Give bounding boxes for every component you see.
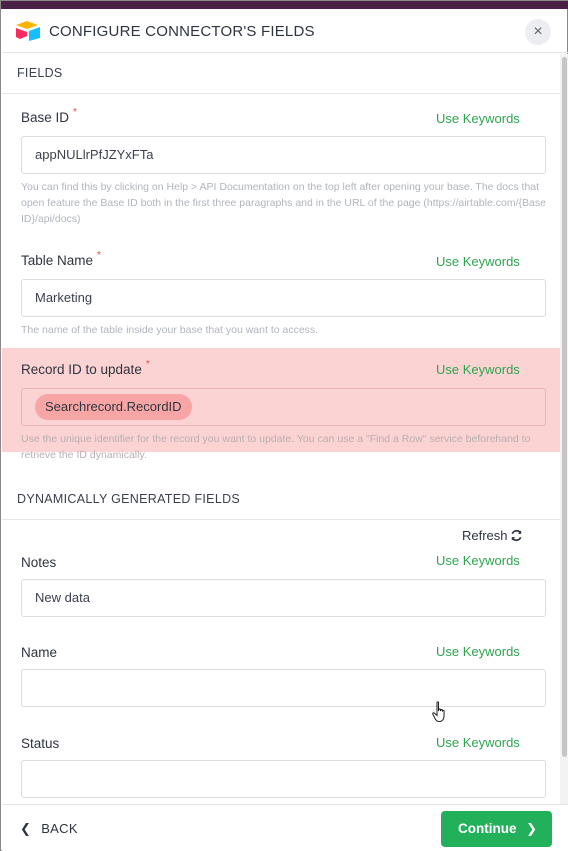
airtable-logo-icon: [16, 21, 40, 41]
form-scroll-area[interactable]: FIELDS Base ID * Use Keywords appNULlrPfJ…: [2, 54, 560, 804]
table-name-label-text: Table Name: [21, 253, 94, 268]
notes-input[interactable]: New data: [21, 579, 546, 617]
record-id-keyword-tag[interactable]: Searchrecord.RecordID: [35, 394, 192, 420]
name-use-keywords-link[interactable]: Use Keywords: [436, 644, 520, 659]
section-divider: [2, 519, 560, 520]
notes-label: Notes: [21, 555, 57, 570]
back-button[interactable]: ❮ BACK: [20, 821, 78, 837]
status-input[interactable]: [21, 760, 546, 798]
modal-footer: ❮ BACK Continue ❯: [2, 804, 568, 851]
modal-title: CONFIGURE CONNECTOR'S FIELDS: [49, 23, 315, 40]
close-icon[interactable]: ×: [525, 19, 551, 45]
record-id-input[interactable]: Searchrecord.RecordID: [21, 388, 546, 426]
modal-header: CONFIGURE CONNECTOR'S FIELDS ×: [2, 9, 568, 53]
chevron-left-icon: ❮: [20, 821, 32, 836]
section-divider: [2, 93, 560, 94]
refresh-label: Refresh: [462, 528, 508, 543]
record-id-use-keywords-link[interactable]: Use Keywords: [436, 362, 520, 377]
continue-label: Continue: [458, 821, 517, 836]
table-name-input[interactable]: Marketing: [21, 279, 546, 317]
record-id-help-text: Use the unique identifier for the record…: [21, 433, 531, 461]
refresh-icon: [511, 529, 521, 542]
continue-button[interactable]: Continue ❯: [441, 811, 552, 847]
top-accent-bar: [1, 1, 568, 9]
status-label: Status: [21, 736, 60, 751]
scrollbar-thumb[interactable]: [562, 57, 567, 757]
notes-use-keywords-link[interactable]: Use Keywords: [436, 553, 520, 568]
chevron-right-icon: ❯: [526, 821, 537, 836]
required-marker: *: [145, 359, 150, 370]
base-id-label-text: Base ID: [21, 110, 70, 125]
base-id-use-keywords-link[interactable]: Use Keywords: [436, 111, 520, 126]
name-label: Name: [21, 645, 58, 660]
base-id-help-text: You can find this by clicking on Help > …: [21, 181, 546, 225]
required-marker: *: [73, 107, 77, 118]
base-id-input[interactable]: appNULlrPfJZYxFTa: [21, 136, 546, 174]
table-name-help-text: The name of the table inside your base t…: [21, 324, 319, 336]
modal-frame: CONFIGURE CONNECTOR'S FIELDS × FIELDS Ba…: [0, 0, 568, 851]
refresh-button[interactable]: Refresh: [462, 528, 523, 543]
base-id-label: Base ID *: [21, 107, 77, 125]
table-name-label: Table Name *: [21, 250, 101, 268]
hand-cursor-icon: [432, 701, 445, 723]
dynamic-section-title: DYNAMICALLY GENERATED FIELDS: [17, 492, 241, 506]
fields-section-title: FIELDS: [17, 66, 63, 80]
record-id-label-text: Record ID to update: [21, 362, 142, 377]
record-id-label: Record ID to update *: [21, 359, 150, 377]
back-label: BACK: [41, 821, 78, 836]
name-input[interactable]: [21, 669, 546, 707]
table-name-use-keywords-link[interactable]: Use Keywords: [436, 254, 520, 269]
status-use-keywords-link[interactable]: Use Keywords: [436, 735, 520, 750]
required-marker: *: [97, 250, 101, 261]
